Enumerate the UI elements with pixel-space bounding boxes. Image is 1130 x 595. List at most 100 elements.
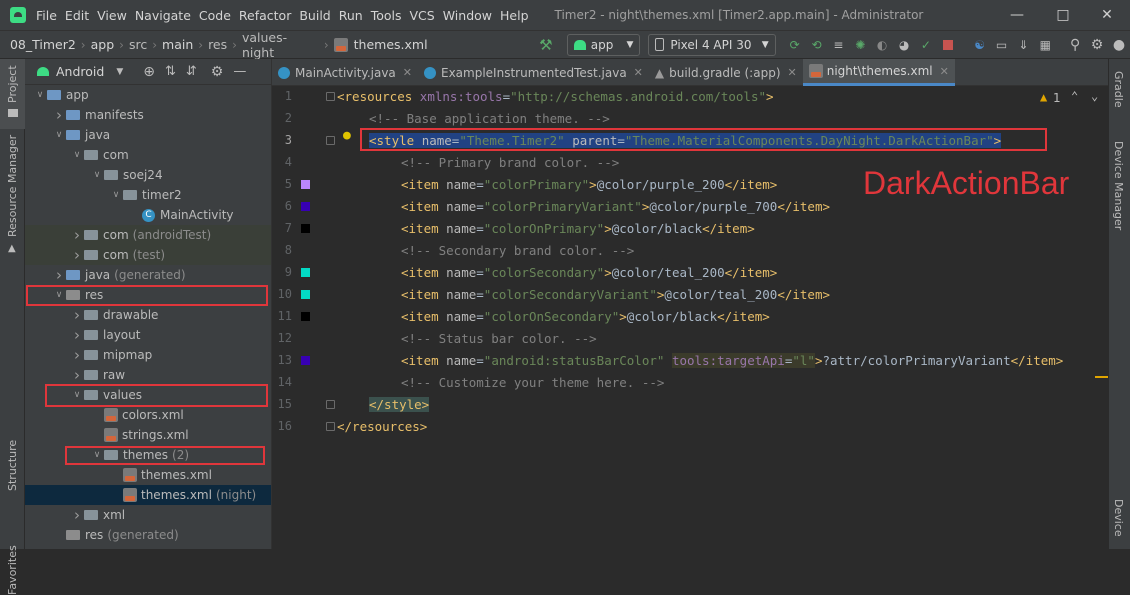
tab-exampleinstrumentedtest[interactable]: ExampleInstrumentedTest.java ✕ [418,59,649,86]
color-swatch-purple-700[interactable] [301,356,310,365]
code-editor[interactable]: ▲ 1 ⌃ ⌄ 1 2 3 4 5 6 7 8 9 10 11 12 13 14 15 16 ● <resou… [272,86,1108,549]
device-dropdown[interactable]: Pixel 4 API 30 ▼ [648,33,776,56]
run-config-dropdown[interactable]: app ▼ [566,33,641,56]
coverage-icon[interactable]: ◐ [873,36,891,54]
breadcrumb-values-night[interactable]: values-night [240,30,321,60]
tree-item[interactable]: res (generated) [25,525,271,545]
chevron-right-icon[interactable]: › [70,246,84,264]
chevron-right-icon[interactable]: › [52,266,66,284]
menu-navigate[interactable]: Navigate [131,8,195,23]
favorites-tool-tab[interactable]: Favorites [6,545,19,595]
chevron-right-icon[interactable]: › [52,106,66,124]
collapse-all-icon[interactable]: ⇵ [186,64,197,79]
tree-item[interactable]: › mipmap [25,345,271,365]
close-tab-icon[interactable]: ✕ [788,66,797,79]
menu-run[interactable]: Run [335,8,367,23]
tree-item[interactable]: › java (generated) [25,265,271,285]
maximize-icon[interactable]: □ [1040,0,1086,30]
chevron-down-icon[interactable]: ▼ [116,67,123,77]
device-manager-icon[interactable]: ▭ [993,36,1011,54]
chevron-right-icon[interactable]: › [70,346,84,364]
tree-item[interactable]: colors.xml [25,405,271,425]
tab-night-themes-xml[interactable]: night\themes.xml ✕ [802,59,955,86]
tree-item[interactable]: › xml [25,505,271,525]
tree-item[interactable]: › raw [25,365,271,385]
tree-item[interactable]: themes.xml (night) [25,485,271,505]
tree-item[interactable]: › layout [25,325,271,345]
tree-item[interactable]: strings.xml [25,425,271,445]
expand-all-icon[interactable]: ⇅ [165,64,176,79]
next-highlight-icon[interactable]: ⌄ [1091,89,1098,103]
close-icon[interactable]: ✕ [1084,0,1130,30]
search-icon[interactable]: ⚲ [1066,36,1084,54]
menu-refactor[interactable]: Refactor [235,8,295,23]
chevron-right-icon[interactable]: › [70,366,84,384]
project-view-selector[interactable]: Android [56,64,104,79]
fold-marker[interactable] [326,422,335,431]
close-tab-icon[interactable]: ✕ [403,66,412,79]
color-swatch-black[interactable] [301,312,310,321]
sdk-manager-icon[interactable]: ⇓ [1015,36,1033,54]
gradle-tool-tab[interactable]: Gradle [1112,71,1125,108]
close-tab-icon[interactable]: ✕ [940,65,949,78]
device-file-explorer-tool-tab[interactable]: Device [1112,499,1125,537]
breadcrumb-app[interactable]: app [89,37,117,52]
apply-changes-icon[interactable]: ⟳ [786,36,804,54]
profile-icon[interactable]: ◕ [895,36,913,54]
chevron-right-icon[interactable]: › [70,226,84,244]
chevron-down-icon[interactable]: ∨ [109,190,123,200]
lines-icon[interactable]: ≡ [829,36,847,54]
fold-marker[interactable] [326,92,335,101]
breadcrumb-main[interactable]: main [160,37,195,52]
chevron-right-icon[interactable]: › [70,306,84,324]
tree-item[interactable]: C MainActivity [25,205,271,225]
error-stripe-marker[interactable] [1095,376,1108,378]
color-swatch-black[interactable] [301,224,310,233]
chevron-right-icon[interactable]: › [70,326,84,344]
breadcrumb-project[interactable]: 08_Timer2 [8,37,78,52]
account-icon[interactable]: ● [1110,36,1128,54]
hide-panel-icon[interactable]: — [233,64,246,79]
menu-build[interactable]: Build [295,8,334,23]
tree-item[interactable]: ∨ timer2 [25,185,271,205]
tree-item[interactable]: ∨ app [25,85,271,105]
color-swatch-teal-200[interactable] [301,268,310,277]
debug-icon[interactable]: ✺ [851,36,869,54]
chevron-right-icon[interactable]: › [70,506,84,524]
chevron-down-icon[interactable]: ∨ [33,90,47,100]
stop-icon[interactable] [939,36,957,54]
chevron-down-icon[interactable]: ∨ [52,130,66,140]
tab-build-gradle[interactable]: ▲ build.gradle (:app) ✕ [649,59,803,86]
gear-icon[interactable]: ⚙ [211,64,224,80]
fold-marker[interactable] [326,400,335,409]
tree-item[interactable]: ∨ com [25,145,271,165]
menu-code[interactable]: Code [195,8,235,23]
menu-tools[interactable]: Tools [367,8,406,23]
tree-item[interactable]: › drawable [25,305,271,325]
menu-view[interactable]: View [93,8,131,23]
layout-inspector-icon[interactable]: ▦ [1036,36,1054,54]
menu-vcs[interactable]: VCS [406,8,439,23]
tree-item[interactable]: › com (test) [25,245,271,265]
tree-item[interactable]: themes.xml [25,465,271,485]
close-tab-icon[interactable]: ✕ [634,66,643,79]
gradle-sync-icon[interactable]: ☯ [971,36,989,54]
device-manager-tool-tab[interactable]: Device Manager [1112,141,1125,230]
menu-edit[interactable]: Edit [61,8,93,23]
breadcrumb-file[interactable]: themes.xml [352,37,430,52]
attach-debugger-icon[interactable]: ✓ [917,36,935,54]
tree-item[interactable]: ∨ java [25,125,271,145]
menu-window[interactable]: Window [439,8,496,23]
breadcrumb-res[interactable]: res [206,37,229,52]
color-swatch-purple-700[interactable] [301,202,310,211]
previous-highlight-icon[interactable]: ⌃ [1071,89,1078,103]
tab-mainactivity[interactable]: MainActivity.java ✕ [272,59,418,86]
breadcrumb-src[interactable]: src [127,37,149,52]
color-swatch-purple-200[interactable] [301,180,310,189]
tree-item[interactable]: › manifests [25,105,271,125]
project-tool-tab[interactable]: Project [6,65,19,103]
locate-target-icon[interactable]: ⊕ [143,64,155,80]
settings-gear-icon[interactable]: ⚙ [1088,36,1106,54]
fold-marker[interactable] [326,136,335,145]
chevron-down-icon[interactable]: ∨ [70,150,84,160]
